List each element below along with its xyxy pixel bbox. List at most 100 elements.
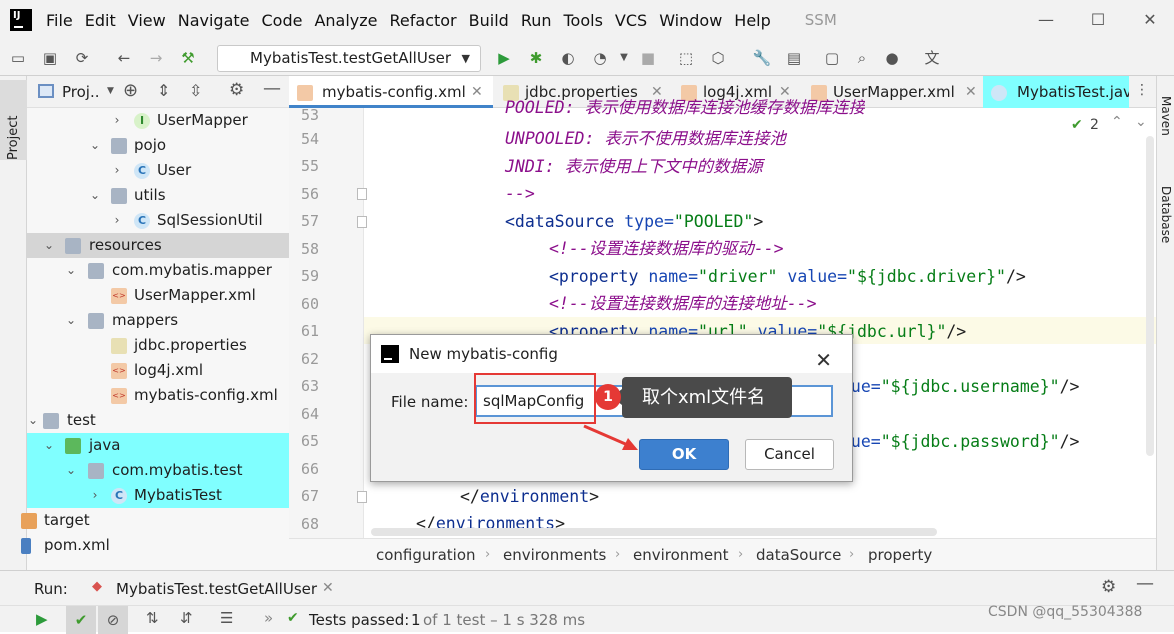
hide-panel-icon[interactable]: —: [1136, 573, 1154, 594]
tree-item-jdbc-properties[interactable]: jdbc.properties: [27, 333, 289, 358]
vertical-scrollbar[interactable]: [1146, 136, 1154, 456]
tree-item-utils[interactable]: ⌄ utils: [27, 183, 289, 208]
build-project-icon[interactable]: ⬚: [676, 48, 696, 68]
menu-window[interactable]: Window: [653, 11, 728, 30]
fold-marker-icon[interactable]: [357, 188, 367, 200]
debug-icon[interactable]: ✱: [526, 48, 546, 68]
open-folder-icon[interactable]: ▭: [8, 48, 28, 68]
tree-item-test[interactable]: ⌄ test: [27, 408, 289, 433]
menu-edit[interactable]: Edit: [79, 11, 122, 30]
show-passed-icon[interactable]: ✔: [66, 606, 96, 634]
chevron-down-icon[interactable]: ⌄: [65, 258, 77, 283]
close-tab-icon[interactable]: ✕: [471, 76, 483, 108]
search-icon[interactable]: ⌕: [852, 48, 872, 68]
maven-tool-tab[interactable]: Maven: [1159, 96, 1173, 136]
coverage-icon[interactable]: ◐: [558, 48, 578, 68]
menu-refactor[interactable]: Refactor: [384, 11, 463, 30]
tree-item-com-mybatis-mapper[interactable]: ⌄ com.mybatis.mapper: [27, 258, 289, 283]
menu-navigate[interactable]: Navigate: [172, 11, 256, 30]
tree-item-usermapper-xml[interactable]: <> UserMapper.xml: [27, 283, 289, 308]
sync-icon[interactable]: ⟳: [72, 48, 92, 68]
chevron-right-icon[interactable]: ›: [111, 158, 123, 183]
tab-mybatistest[interactable]: MybatisTest.jav: [983, 76, 1129, 108]
sort-alphabetically-icon[interactable]: ⇅: [146, 609, 159, 627]
tree-item-user[interactable]: › C User: [27, 158, 289, 183]
forward-arrow-icon[interactable]: →: [146, 48, 166, 68]
breadcrumb-item[interactable]: environments: [503, 539, 606, 571]
tree-item-mappers[interactable]: ⌄ mappers: [27, 308, 289, 333]
more-run-chevron-icon[interactable]: ▼: [614, 48, 634, 68]
tab-mybatis-config-xml[interactable]: mybatis-config.xml ✕: [289, 76, 493, 108]
menu-build[interactable]: Build: [463, 11, 515, 30]
chevron-down-icon[interactable]: ⌄: [43, 233, 55, 258]
maximize-icon[interactable]: ☐: [1086, 8, 1110, 32]
menu-vcs[interactable]: VCS: [609, 11, 653, 30]
run-configuration-select[interactable]: MybatisTest.testGetAllUser ▼: [217, 45, 481, 72]
menu-tools[interactable]: Tools: [558, 11, 609, 30]
close-window-icon[interactable]: ✕: [1138, 8, 1162, 32]
project-structure-icon[interactable]: ▤: [784, 48, 804, 68]
fold-marker-icon[interactable]: [357, 216, 367, 228]
collapse-all-icon[interactable]: ⇳: [189, 81, 202, 100]
close-tab-icon[interactable]: ✕: [965, 76, 977, 108]
fold-marker-icon[interactable]: [357, 491, 367, 503]
project-panel-title[interactable]: Proj..: [62, 83, 100, 101]
tree-item-target[interactable]: target: [21, 508, 289, 533]
tree-item-pom-xml[interactable]: pom.xml: [21, 533, 289, 558]
hide-panel-icon[interactable]: —: [263, 78, 281, 99]
ok-button[interactable]: OK: [639, 439, 729, 470]
menu-view[interactable]: View: [122, 11, 172, 30]
locate-icon[interactable]: ⊕: [123, 80, 138, 101]
menu-help[interactable]: Help: [728, 11, 776, 30]
gear-icon[interactable]: ⚙: [229, 80, 244, 100]
chevron-down-icon[interactable]: ⌄: [65, 458, 77, 483]
breadcrumb-item[interactable]: configuration: [376, 539, 476, 571]
tree-item-pojo[interactable]: ⌄ pojo: [27, 133, 289, 158]
back-arrow-icon[interactable]: ←: [114, 48, 134, 68]
tab-list-icon[interactable]: ⋮: [1135, 82, 1149, 98]
database-tool-tab[interactable]: Database: [1159, 186, 1173, 243]
more-icon[interactable]: »: [264, 609, 273, 627]
project-tool-tab[interactable]: Project: [0, 80, 27, 160]
chevron-down-icon[interactable]: ⌄: [65, 308, 77, 333]
build-hammer-icon[interactable]: ⚒: [178, 48, 198, 68]
chevron-right-icon[interactable]: ›: [111, 108, 123, 133]
horizontal-scrollbar[interactable]: [371, 528, 937, 536]
tree-item-sqlsessionutil[interactable]: › C SqlSessionUtil: [27, 208, 289, 233]
chevron-right-icon[interactable]: ›: [89, 483, 101, 508]
tree-item-usermapper[interactable]: › I UserMapper: [27, 108, 289, 133]
rerun-icon[interactable]: ▶: [36, 610, 48, 628]
tree-item-com-mybatis-test[interactable]: ⌄ com.mybatis.test: [27, 458, 289, 483]
tree-item-mybatis-config-xml[interactable]: <> mybatis-config.xml: [27, 383, 289, 408]
breadcrumb-item[interactable]: environment: [633, 539, 729, 571]
breadcrumb-item[interactable]: dataSource: [756, 539, 841, 571]
tree-item-mybatistest[interactable]: › C MybatisTest: [27, 483, 289, 508]
menu-file[interactable]: File: [40, 11, 79, 30]
next-highlight-icon[interactable]: ⌄: [1135, 114, 1147, 130]
run-icon[interactable]: ▶: [494, 48, 514, 68]
translate-icon[interactable]: 文: [922, 48, 942, 68]
chevron-right-icon[interactable]: ›: [111, 208, 123, 233]
terminal-icon[interactable]: ▢: [822, 48, 842, 68]
chevron-down-icon[interactable]: ⌄: [43, 433, 55, 458]
expand-all-icon[interactable]: ⇕: [157, 81, 170, 100]
plugin-icon[interactable]: ●: [882, 48, 902, 68]
profile-icon[interactable]: ◔: [590, 48, 610, 68]
gear-icon[interactable]: ⚙: [1101, 577, 1116, 597]
close-icon[interactable]: ✕: [815, 341, 832, 379]
run-tab-title[interactable]: MybatisTest.testGetAllUser: [116, 580, 317, 598]
tree-item-resources[interactable]: ⌄ resources: [27, 233, 289, 258]
stop-icon[interactable]: ■: [638, 48, 658, 68]
tree-item-java-test[interactable]: ⌄ java: [27, 433, 289, 458]
tree-item-log4j-xml[interactable]: <> log4j.xml: [27, 358, 289, 383]
settings-wrench-icon[interactable]: 🔧: [752, 48, 772, 68]
expand-all-icon[interactable]: ☰: [220, 609, 233, 627]
chevron-down-icon[interactable]: ⌄: [89, 183, 101, 208]
cancel-button[interactable]: Cancel: [745, 439, 834, 470]
menu-analyze[interactable]: Analyze: [308, 11, 383, 30]
chevron-down-icon[interactable]: ⌄: [27, 408, 39, 433]
minimize-icon[interactable]: —: [1034, 8, 1058, 32]
menu-code[interactable]: Code: [256, 11, 309, 30]
breadcrumb-item[interactable]: property: [868, 539, 932, 571]
show-ignored-icon[interactable]: ⊘: [98, 606, 128, 634]
